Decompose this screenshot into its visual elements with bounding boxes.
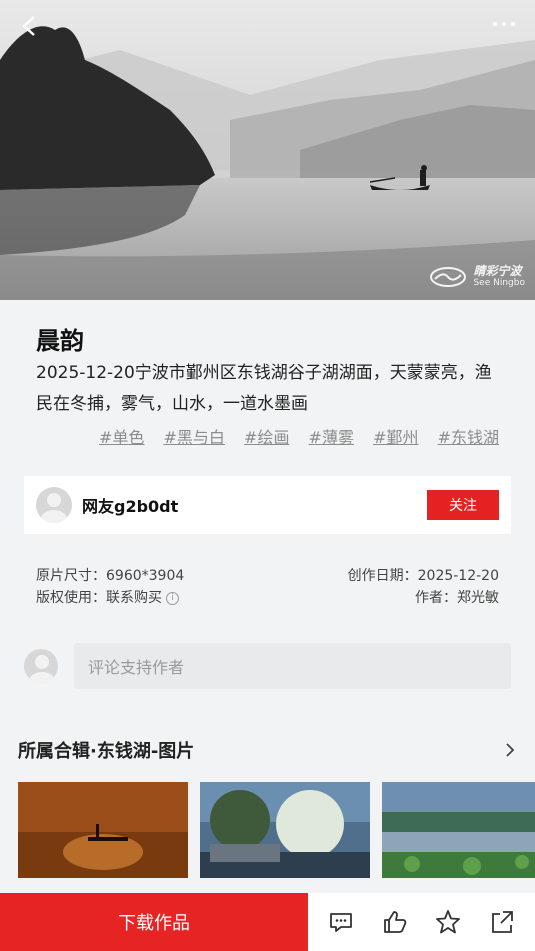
collection-header[interactable]: 所属合辑·东钱湖-图片 [18, 736, 518, 764]
photo-title: 晨韵 [36, 327, 84, 355]
hero-photo[interactable]: 睛彩宁波 See Ningbo [0, 0, 535, 300]
collection-thumbnails [18, 782, 535, 878]
watermark-en: See Ningbo [473, 278, 525, 288]
date-label: 创作日期： [347, 568, 418, 584]
comment-input[interactable]: 评论支持作者 [74, 643, 511, 689]
more-dots-icon[interactable] [491, 14, 517, 34]
favorite-star-icon[interactable] [433, 907, 463, 937]
tag-item[interactable]: #单色 [99, 428, 144, 447]
author-name[interactable]: 网友g2b0dt [82, 493, 427, 517]
author-avatar[interactable] [36, 487, 72, 523]
share-icon[interactable] [487, 907, 517, 937]
creator-label: 作者： [415, 590, 457, 606]
date-value: 2025-12-20 [417, 568, 499, 584]
watermark-cn: 睛彩宁波 [473, 264, 522, 278]
photo-meta: 原片尺寸：6960*3904 创作日期：2025-12-20 版权使用：联系购买… [36, 565, 499, 609]
see-ningbo-watermark: 睛彩宁波 See Ningbo [429, 265, 525, 288]
info-icon[interactable]: i [166, 591, 179, 605]
back-arrow-icon[interactable] [16, 12, 44, 40]
user-avatar [24, 649, 58, 683]
like-icon[interactable] [380, 907, 410, 937]
download-button[interactable]: 下载作品 [0, 893, 308, 951]
copyright-info[interactable]: 版权使用：联系购买 i [36, 587, 179, 609]
watermark-logo-icon [430, 266, 467, 287]
comment-bar: 评论支持作者 [24, 643, 511, 689]
author-card[interactable]: 网友g2b0dt 关注 [24, 476, 511, 534]
tag-list: #单色 #黑与白 #绘画 #薄雾 #鄞州 #东钱湖 [36, 424, 499, 448]
tag-item[interactable]: #鄞州 [373, 428, 418, 447]
misty-lake-photo [0, 0, 535, 300]
tag-item[interactable]: #绘画 [244, 428, 289, 447]
follow-button[interactable]: 关注 [427, 490, 499, 520]
size-info: 原片尺寸：6960*3904 [36, 565, 184, 587]
tag-item[interactable]: #东钱湖 [438, 428, 499, 447]
tag-item[interactable]: #薄雾 [309, 428, 354, 447]
copyright-value[interactable]: 联系购买 [106, 590, 162, 606]
size-value: 6960*3904 [106, 568, 185, 584]
date-info: 创作日期：2025-12-20 [348, 565, 499, 587]
photo-description: 2025-12-20宁波市鄞州区东钱湖谷子湖湖面，天蒙蒙亮，渔民在冬捕，雾气，山… [36, 363, 492, 414]
creator-value: 郑光敏 [457, 590, 499, 606]
collection-thumbnail[interactable] [382, 782, 535, 878]
comment-icon[interactable] [326, 907, 356, 937]
collection-thumbnail[interactable] [200, 782, 370, 878]
collection-title: 所属合辑·东钱湖-图片 [18, 741, 195, 762]
size-label: 原片尺寸： [36, 568, 106, 584]
tag-item[interactable]: #黑与白 [164, 428, 225, 447]
creator-info: 作者：郑光敏 [415, 587, 499, 609]
collection-thumbnail[interactable] [18, 782, 188, 878]
bottom-action-bar: 下载作品 [0, 893, 535, 951]
copyright-label: 版权使用： [36, 590, 106, 606]
chevron-right-icon[interactable] [502, 742, 518, 758]
